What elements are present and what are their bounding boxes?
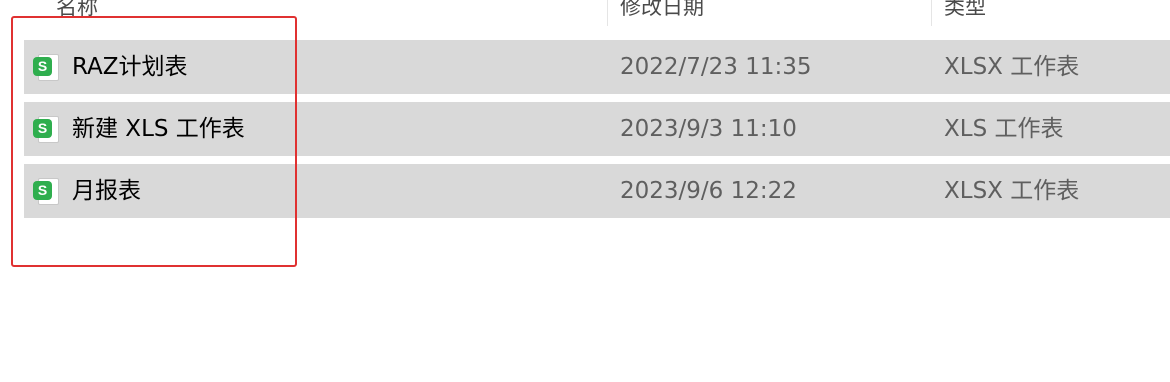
file-date-modified: 2023/9/6 12:22 bbox=[620, 178, 797, 204]
file-name: 新建 XLS 工作表 bbox=[72, 116, 245, 142]
spreadsheet-file-icon: S bbox=[32, 53, 62, 83]
file-type: XLSX 工作表 bbox=[944, 54, 1080, 80]
file-type: XLS 工作表 bbox=[944, 116, 1064, 142]
file-row[interactable]: S RAZ计划表 2022/7/23 11:35 XLSX 工作表 bbox=[24, 40, 1170, 94]
file-name: RAZ计划表 bbox=[72, 54, 188, 80]
column-header-bar: 名称 修改日期 类型 bbox=[0, 0, 1170, 26]
file-list-view: 名称 修改日期 类型 S RAZ计划表 2022/7/23 11:35 XLSX… bbox=[0, 0, 1170, 382]
column-divider[interactable] bbox=[931, 0, 932, 26]
column-header-type[interactable]: 类型 bbox=[944, 0, 986, 26]
file-date-modified: 2022/7/23 11:35 bbox=[620, 54, 812, 80]
file-date-modified: 2023/9/3 11:10 bbox=[620, 116, 797, 142]
file-row[interactable]: S 新建 XLS 工作表 2023/9/3 11:10 XLS 工作表 bbox=[24, 102, 1170, 156]
spreadsheet-file-icon: S bbox=[32, 177, 62, 207]
column-header-date-modified[interactable]: 修改日期 bbox=[620, 0, 704, 26]
file-row[interactable]: S 月报表 2023/9/6 12:22 XLSX 工作表 bbox=[24, 164, 1170, 218]
file-name: 月报表 bbox=[72, 178, 141, 204]
column-header-name[interactable]: 名称 bbox=[56, 0, 98, 26]
file-type: XLSX 工作表 bbox=[944, 178, 1080, 204]
column-divider[interactable] bbox=[607, 0, 608, 26]
spreadsheet-file-icon: S bbox=[32, 115, 62, 145]
